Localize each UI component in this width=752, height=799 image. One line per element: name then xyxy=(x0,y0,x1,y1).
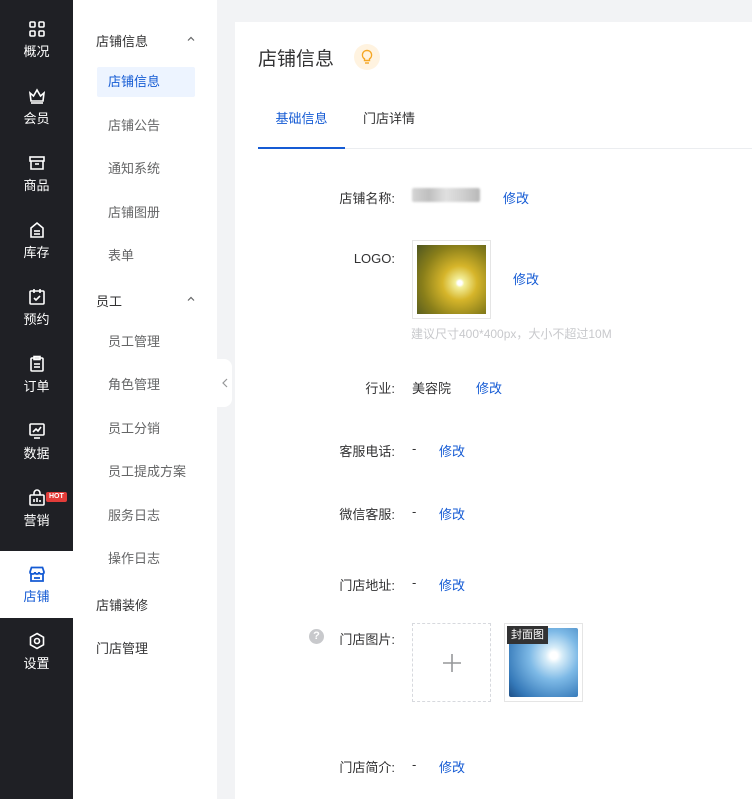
nav-label: 数据 xyxy=(23,445,50,461)
store-icon xyxy=(28,566,45,582)
phone-value: - xyxy=(412,441,417,456)
nav-item-booking[interactable]: 预约 xyxy=(0,274,73,341)
sidebar-collapse-toggle[interactable] xyxy=(217,359,232,407)
logo-image xyxy=(417,245,486,314)
chevron-up-icon[interactable] xyxy=(186,294,196,304)
settings-icon xyxy=(29,632,44,649)
nav-item-products[interactable]: 商品 xyxy=(0,140,73,207)
subnav-store-manage[interactable]: 门店管理 xyxy=(96,638,148,657)
page-title: 店铺信息 xyxy=(258,49,335,70)
nav-item-members[interactable]: 会员 xyxy=(0,73,73,140)
subnav-item-album[interactable]: 店铺图册 xyxy=(97,198,195,228)
edit-industry-link[interactable]: 修改 xyxy=(476,378,502,397)
subnav-item-notification[interactable]: 通知系统 xyxy=(97,154,195,184)
dashboard-icon xyxy=(28,20,45,37)
nav-label: 订单 xyxy=(23,378,50,394)
images-label: 门店图片: xyxy=(339,632,395,647)
subnav-item-service-log[interactable]: 服务日志 xyxy=(97,501,195,531)
industry-label: 行业: xyxy=(365,381,395,396)
nav-item-overview[interactable]: 概况 xyxy=(0,6,73,73)
subnav-store-decoration[interactable]: 店铺装修 xyxy=(96,595,148,614)
primary-nav: 概况 会员 商品 库存 预约 订单 数据 营销 HOT 店铺 设置 xyxy=(0,0,73,799)
plus-icon xyxy=(442,653,461,672)
store-name-label: 店铺名称: xyxy=(339,191,395,206)
chevron-up-icon[interactable] xyxy=(186,34,196,44)
clipboard-icon xyxy=(29,355,44,372)
tab-basic-info[interactable]: 基础信息 xyxy=(258,99,345,149)
intro-label: 门店简介: xyxy=(339,760,395,775)
nav-item-data[interactable]: 数据 xyxy=(0,408,73,475)
phone-label: 客服电话: xyxy=(339,444,395,459)
crown-icon xyxy=(28,87,45,104)
nav-label: 设置 xyxy=(23,655,50,671)
calendar-check-icon xyxy=(28,288,45,305)
nav-item-marketing[interactable]: 营销 xyxy=(0,475,73,542)
logo-label: LOGO: xyxy=(353,251,395,266)
subnav-group-staff[interactable]: 员工 xyxy=(96,291,122,310)
nav-item-orders[interactable]: 订单 xyxy=(0,341,73,408)
lightbulb-icon xyxy=(361,49,373,64)
edit-phone-link[interactable]: 修改 xyxy=(439,441,465,460)
nav-label: 库存 xyxy=(23,244,50,260)
nav-item-store[interactable]: 店铺 xyxy=(0,551,73,618)
shop-bag-icon xyxy=(28,488,45,506)
wechat-label: 微信客服: xyxy=(339,507,395,522)
nav-label: 店铺 xyxy=(23,588,50,604)
nav-label: 预约 xyxy=(23,311,50,327)
industry-value: 美容院 xyxy=(412,381,452,396)
edit-store-name-link[interactable]: 修改 xyxy=(503,188,529,207)
nav-label: 会员 xyxy=(23,110,50,126)
subnav-group-store-info[interactable]: 店铺信息 xyxy=(96,31,148,50)
address-value: - xyxy=(412,575,417,590)
intro-value: - xyxy=(412,757,417,772)
hot-badge: HOT xyxy=(46,492,67,502)
product-box-icon xyxy=(28,155,45,170)
store-name-value-redacted xyxy=(412,188,480,202)
subnav-item-role-manage[interactable]: 角色管理 xyxy=(97,370,195,400)
subnav-item-form[interactable]: 表单 xyxy=(97,241,195,271)
logo-image-frame[interactable] xyxy=(412,240,491,319)
subnav-item-operation-log[interactable]: 操作日志 xyxy=(97,544,195,574)
inventory-icon xyxy=(29,221,44,238)
upload-image-button[interactable] xyxy=(412,623,491,702)
subnav-item-staff-distribution[interactable]: 员工分销 xyxy=(97,414,195,444)
edit-wechat-link[interactable]: 修改 xyxy=(439,504,465,523)
edit-address-link[interactable]: 修改 xyxy=(439,575,465,594)
address-label: 门店地址: xyxy=(339,578,395,593)
nav-label: 营销 xyxy=(23,512,50,528)
subnav-item-staff-manage[interactable]: 员工管理 xyxy=(97,327,195,357)
tab-store-detail[interactable]: 门店详情 xyxy=(351,99,427,149)
nav-label: 商品 xyxy=(23,177,50,193)
nav-label: 概况 xyxy=(23,43,50,59)
tip-bulb-button[interactable] xyxy=(354,44,380,70)
chart-icon xyxy=(28,422,45,439)
main-card: 店铺信息 基础信息 门店详情 店铺名称: 修改 LOGO: 修改 建议尺寸400… xyxy=(235,22,752,799)
cover-tag: 封面图 xyxy=(507,626,548,644)
secondary-sidebar: 店铺信息 店铺信息 店铺公告 通知系统 店铺图册 表单 员工 员工管理 角色管理… xyxy=(73,0,217,799)
nav-item-settings[interactable]: 设置 xyxy=(0,618,73,685)
tab-bar: 基础信息 门店详情 xyxy=(258,99,752,149)
edit-logo-link[interactable]: 修改 xyxy=(513,269,539,288)
chevron-left-icon xyxy=(221,378,227,388)
subnav-item-commission[interactable]: 员工提成方案 xyxy=(97,457,195,487)
wechat-value: - xyxy=(412,504,417,519)
nav-item-inventory[interactable]: 库存 xyxy=(0,207,73,274)
subnav-item-store-info[interactable]: 店铺信息 xyxy=(97,67,195,97)
edit-intro-link[interactable]: 修改 xyxy=(439,757,465,776)
logo-size-hint: 建议尺寸400*400px，大小不超过10M xyxy=(411,327,612,341)
subnav-item-announcement[interactable]: 店铺公告 xyxy=(97,111,195,141)
